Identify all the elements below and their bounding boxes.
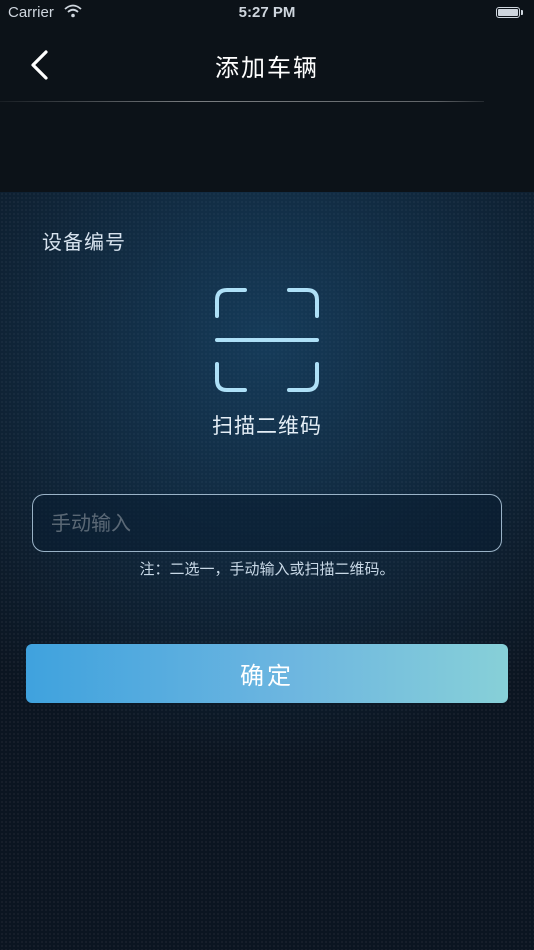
- battery-icon: [496, 7, 520, 18]
- nav-divider: [0, 101, 484, 102]
- nav-bar: 添加车辆: [0, 28, 534, 192]
- scan-qr-button[interactable]: 扫描二维码: [200, 282, 334, 452]
- qr-scan-icon: [215, 288, 319, 392]
- scan-qr-label: 扫描二维码: [212, 414, 322, 438]
- device-number-label: 设备编号: [42, 230, 126, 254]
- manual-input-field[interactable]: [32, 494, 502, 552]
- page-title: 添加车辆: [215, 54, 319, 82]
- status-time: 5:27 PM: [238, 4, 296, 21]
- battery-tip: [521, 10, 523, 15]
- content-area: 设备编号 扫描二维码 注：二选一，手动输入或扫描二维码。 确定: [0, 192, 534, 950]
- status-bar: Carrier 5:27 PM: [0, 0, 534, 28]
- confirm-button[interactable]: 确定: [26, 644, 508, 703]
- hint-text: 注：二选一，手动输入或扫描二维码。: [139, 560, 395, 578]
